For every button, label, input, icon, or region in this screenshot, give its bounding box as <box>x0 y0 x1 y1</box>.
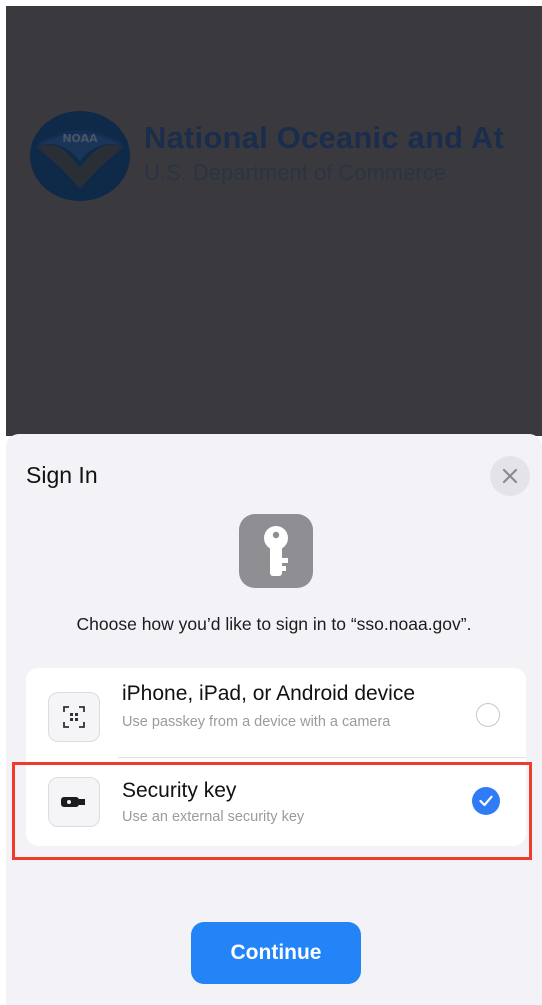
noaa-logo-text: NOAA <box>62 132 98 145</box>
background-page-overlay: NOAA National Oceanic and At U.S. Depart… <box>6 6 542 436</box>
close-button[interactable] <box>490 456 530 496</box>
org-department: U.S. Department of Commerce <box>144 160 446 185</box>
noaa-logo: NOAA <box>30 111 130 201</box>
option-title: iPhone, iPad, or Android device <box>122 682 416 705</box>
sheet-title: Sign In <box>26 462 98 488</box>
org-name: National Oceanic and At <box>144 120 505 155</box>
option-phone-device[interactable]: iPhone, iPad, or Android device Use pass… <box>26 668 526 757</box>
selection-highlight-box <box>12 762 532 860</box>
sign-in-prompt: Choose how you’d like to sign in to “sso… <box>76 614 472 634</box>
qr-scan-icon <box>48 692 100 742</box>
radio-unselected[interactable] <box>476 703 500 727</box>
sign-in-sheet: Sign In Choose how you’d like to sign in… <box>6 434 542 1005</box>
option-subtitle: Use passkey from a device with a camera <box>122 714 391 730</box>
close-icon <box>502 468 518 484</box>
key-icon <box>264 526 288 576</box>
continue-button[interactable]: Continue <box>191 922 361 984</box>
key-icon-tile <box>239 514 313 588</box>
